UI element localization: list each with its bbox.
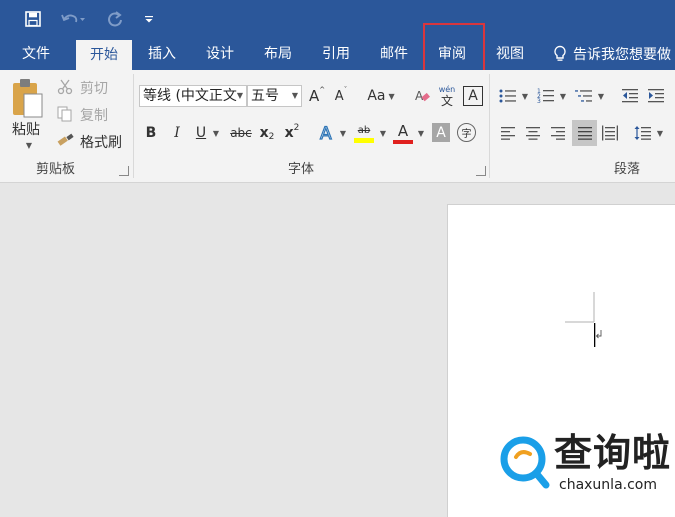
font-size-value: 五号 <box>251 88 279 104</box>
paste-dropdown-icon[interactable]: ▼ <box>24 141 34 150</box>
paragraph-mark-icon <box>595 330 602 339</box>
font-family-value: 等线 (中文正文 <box>143 88 237 104</box>
underline-button[interactable]: U <box>193 122 209 144</box>
character-shading-button[interactable]: A <box>432 123 450 142</box>
redo-icon[interactable] <box>104 8 126 30</box>
tab-home[interactable]: 开始 <box>76 40 132 70</box>
watermark-title: 查询啦 <box>554 431 672 475</box>
text-effects-dropdown-icon[interactable]: ▼ <box>338 122 348 144</box>
distributed-icon[interactable] <box>599 122 621 144</box>
justify-icon[interactable] <box>572 120 597 146</box>
tab-view[interactable]: 视图 <box>484 38 536 70</box>
grow-font-button[interactable]: A ^ <box>309 85 325 107</box>
shrink-font-icon: A <box>334 88 344 104</box>
character-border-button[interactable]: A <box>463 86 483 106</box>
clipboard-launcher-icon[interactable] <box>119 166 129 176</box>
line-spacing-dropdown-icon[interactable]: ▼ <box>655 122 665 144</box>
italic-button[interactable]: I <box>169 122 185 144</box>
paragraph-group-label: 段落 <box>614 162 641 177</box>
copy-icon[interactable] <box>56 105 74 123</box>
superscript-button[interactable]: x2 <box>283 122 301 144</box>
underline-dropdown-icon[interactable]: ▼ <box>211 122 221 144</box>
phonetic-guide-button[interactable]: wén 文 <box>436 82 458 110</box>
tell-me-text: 告诉我您想要做 <box>573 47 671 63</box>
cut-button[interactable]: 剪切 <box>80 78 108 98</box>
watermark-magnifier-icon <box>500 436 550 489</box>
clipboard-group-label: 剪贴板 <box>36 162 76 177</box>
multilevel-list-icon[interactable] <box>573 85 595 107</box>
bullets-icon[interactable] <box>497 85 519 107</box>
phonetic-bottom: 文 <box>440 93 453 108</box>
font-color-swatch <box>393 140 413 144</box>
undo-icon[interactable] <box>58 8 88 30</box>
format-painter-button[interactable]: 格式刷 <box>80 132 122 152</box>
tab-references[interactable]: 引用 <box>310 38 362 70</box>
numbering-dropdown-icon[interactable]: ▼ <box>558 85 568 107</box>
font-family-select[interactable]: 等线 (中文正文 ▼ <box>139 85 247 107</box>
bold-button[interactable]: B <box>143 122 159 144</box>
font-group-label: 字体 <box>288 162 315 177</box>
highlight-color-button[interactable]: ab <box>352 120 376 146</box>
line-spacing-icon[interactable] <box>632 122 654 144</box>
tell-me-box[interactable]: 告诉我您想要做 <box>553 38 671 70</box>
subscript-button[interactable]: x2 <box>258 122 276 144</box>
lightbulb-icon <box>554 45 566 61</box>
svg-text:A: A <box>415 89 424 103</box>
font-size-select[interactable]: 五号 ▼ <box>247 85 302 107</box>
align-left-icon[interactable] <box>497 122 519 144</box>
change-case-button[interactable]: Aa ▼ <box>365 85 397 107</box>
increase-indent-icon[interactable] <box>645 85 667 107</box>
watermark-domain: chaxunla.com <box>559 477 657 493</box>
paste-button[interactable]: 粘贴 <box>12 119 40 139</box>
decrease-indent-icon[interactable] <box>619 85 641 107</box>
font-color-button[interactable]: A <box>392 120 414 146</box>
multilevel-dropdown-icon[interactable]: ▼ <box>596 85 606 107</box>
svg-text:3: 3 <box>537 98 541 105</box>
enclose-characters-button[interactable]: 字 <box>457 123 476 142</box>
tab-layout[interactable]: 布局 <box>252 38 304 70</box>
highlight-color-swatch <box>354 137 374 143</box>
page-margin-corner <box>565 292 602 347</box>
tab-insert[interactable]: 插入 <box>136 38 188 70</box>
align-center-icon[interactable] <box>522 122 544 144</box>
bullets-dropdown-icon[interactable]: ▼ <box>520 85 530 107</box>
group-separator <box>133 74 134 178</box>
highlight-icon: ab <box>357 124 371 136</box>
font-launcher-icon[interactable] <box>476 166 486 176</box>
cut-icon[interactable] <box>56 78 74 96</box>
format-painter-icon[interactable] <box>56 132 76 150</box>
tab-design[interactable]: 设计 <box>194 38 246 70</box>
tab-file[interactable]: 文件 <box>6 38 66 70</box>
text-cursor <box>594 323 596 347</box>
strikethrough-button[interactable]: abc <box>229 122 253 144</box>
numbering-icon[interactable]: 123 <box>535 85 557 107</box>
group-separator <box>489 74 490 178</box>
chevron-down-icon: ▼ <box>291 91 298 100</box>
customize-icon[interactable] <box>142 8 156 30</box>
highlight-dropdown-icon[interactable]: ▼ <box>378 122 388 144</box>
clear-formatting-icon[interactable]: A <box>413 85 433 107</box>
grow-font-icon: A <box>308 87 320 105</box>
shrink-font-button[interactable]: Aˇ <box>333 85 349 107</box>
align-right-icon[interactable] <box>547 122 569 144</box>
change-case-icon: Aa <box>367 88 386 104</box>
chevron-down-icon: ▼ <box>236 91 243 100</box>
font-color-icon: A <box>397 122 409 140</box>
title-bar <box>0 0 675 38</box>
svg-text:A: A <box>320 124 332 143</box>
text-effects-icon[interactable]: A <box>316 122 338 144</box>
phonetic-top: wén <box>438 84 456 94</box>
paste-icon[interactable] <box>9 76 47 120</box>
copy-button[interactable]: 复制 <box>80 105 108 125</box>
watermark-logo: 查询啦 chaxunla.com <box>499 431 675 495</box>
tab-mailings[interactable]: 邮件 <box>368 38 420 70</box>
home-ribbon: 粘贴 ▼ 剪切 复制 格式刷 剪贴板 等线 (中文正文 ▼ 五号 ▼ A ^ Aˇ… <box>0 70 675 183</box>
save-icon[interactable] <box>22 8 44 30</box>
font-color-dropdown-icon[interactable]: ▼ <box>416 122 426 144</box>
